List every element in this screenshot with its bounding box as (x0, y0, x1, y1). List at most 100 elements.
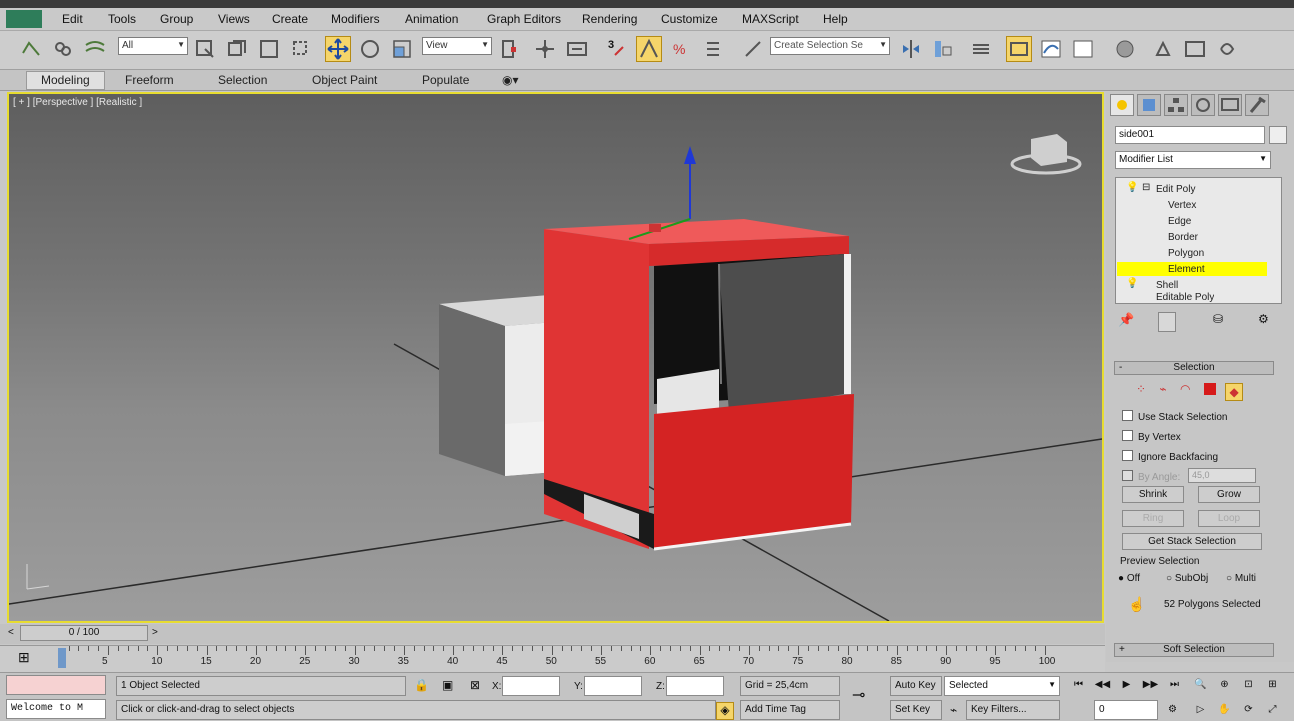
light-bulb-icon[interactable]: 💡 (1126, 278, 1138, 289)
zoom-extents-icon[interactable]: ⊡ (1240, 676, 1257, 693)
get-stack-selection-button[interactable]: Get Stack Selection (1122, 533, 1262, 550)
by-vertex-checkbox[interactable]: By Vertex (1122, 430, 1181, 443)
stack-edit-poly[interactable]: Edit Poly (1156, 184, 1195, 195)
zoom-all-icon[interactable]: ⊕ (1216, 676, 1233, 693)
select-and-move-icon[interactable] (325, 36, 351, 62)
named-selection-sets-input[interactable]: Create Selection Se ▼ (770, 37, 890, 55)
time-config-icon[interactable]: ⚙ (1164, 701, 1181, 718)
selection-rollout-header[interactable]: - Selection (1114, 361, 1274, 375)
snaps-toggle-icon[interactable]: 3 (604, 36, 630, 62)
default-tangent-icon[interactable]: ⌁ (950, 703, 957, 717)
tab-object-paint[interactable]: Object Paint (312, 73, 377, 87)
rendered-frame-window-icon[interactable] (1182, 36, 1208, 62)
select-object-icon[interactable] (192, 36, 218, 62)
grow-button[interactable]: Grow (1198, 486, 1260, 503)
set-key-button[interactable]: Set Key (890, 700, 942, 720)
select-by-name-icon[interactable] (224, 36, 250, 62)
configure-modifier-sets-icon[interactable]: ⚙ (1258, 312, 1269, 326)
keyboard-shortcut-icon[interactable] (564, 36, 590, 62)
tab-freeform[interactable]: Freeform (125, 73, 174, 87)
next-frame-icon[interactable]: ▶▶ (1142, 676, 1159, 693)
window-crossing-icon[interactable] (288, 36, 314, 62)
polygon-mode-icon[interactable] (1203, 383, 1216, 395)
ring-button[interactable]: Ring (1122, 510, 1184, 527)
collapse-icon[interactable]: ⊟ (1142, 182, 1150, 193)
orbit-icon[interactable]: ⟳ (1240, 701, 1257, 718)
object-color-swatch[interactable] (1269, 126, 1287, 144)
stack-polygon[interactable]: Polygon (1168, 248, 1204, 259)
key-mode-dropdown[interactable]: Selected ▼ (944, 676, 1060, 696)
rectangular-selection-icon[interactable] (256, 36, 282, 62)
menu-maxscript[interactable]: MAXScript (742, 12, 799, 26)
time-slider[interactable]: 0 / 100 (20, 625, 148, 641)
stack-editable-poly[interactable]: Editable Poly (1156, 292, 1214, 302)
trackbar[interactable]: ⊞ 5 10 15 20 25 30 35 40 45 50 55 60 65 70 75 80 85 90 95 1… (0, 645, 1105, 672)
tab-modeling[interactable]: Modeling (26, 71, 105, 90)
perspective-viewport[interactable]: [ + ] [Perspective ] [Realistic ] (7, 92, 1104, 623)
selection-filter-dropdown[interactable]: All ▼ (118, 37, 188, 55)
isolate-icon[interactable]: ▣ (442, 678, 453, 692)
current-frame-field[interactable]: 0 (1094, 700, 1158, 720)
add-time-tag-button[interactable]: Add Time Tag (740, 700, 840, 720)
x-coordinate-field[interactable] (502, 676, 560, 696)
absolute-mode-icon[interactable]: ⊠ (470, 678, 480, 692)
stack-edge[interactable]: Edge (1168, 216, 1191, 227)
align-icon[interactable] (930, 36, 956, 62)
menu-edit[interactable]: Edit (62, 12, 83, 26)
menu-create[interactable]: Create (272, 12, 308, 26)
pin-stack-icon[interactable]: 📌 (1118, 312, 1134, 328)
tab-populate[interactable]: Populate (422, 73, 469, 87)
ribbon-options-icon[interactable]: ◉▾ (502, 73, 519, 87)
stack-border[interactable]: Border (1168, 232, 1198, 243)
vertex-mode-icon[interactable]: ⁘ (1136, 382, 1146, 396)
modify-tab-icon[interactable] (1137, 94, 1161, 116)
pivot-center-icon[interactable] (496, 36, 522, 62)
material-editor-icon[interactable] (1112, 36, 1138, 62)
stack-vertex[interactable]: Vertex (1168, 200, 1196, 211)
tab-selection[interactable]: Selection (218, 73, 267, 87)
key-filters-button[interactable]: Key Filters... (966, 700, 1060, 720)
maximize-viewport-icon[interactable]: ⤢ (1264, 701, 1281, 718)
render-production-icon[interactable] (1214, 36, 1240, 62)
display-tab-icon[interactable] (1218, 94, 1242, 116)
time-tag-icon[interactable]: ◈ (716, 702, 734, 720)
angle-snap-icon[interactable] (636, 36, 662, 62)
element-mode-icon[interactable]: ◆ (1225, 383, 1244, 401)
object-name-field[interactable]: side001 (1115, 126, 1265, 144)
menu-animation[interactable]: Animation (405, 12, 458, 26)
ignore-backfacing-checkbox[interactable]: Ignore Backfacing (1122, 450, 1218, 463)
bind-space-warp-icon[interactable] (82, 36, 108, 62)
menu-help[interactable]: Help (823, 12, 848, 26)
light-bulb-icon[interactable]: 💡 (1126, 182, 1138, 193)
soft-selection-rollout-header[interactable]: + Soft Selection (1114, 643, 1274, 657)
hierarchy-tab-icon[interactable] (1164, 94, 1188, 116)
z-coordinate-field[interactable] (666, 676, 724, 696)
angle-spinner[interactable]: 45,0 (1188, 468, 1256, 483)
previous-frame-icon[interactable]: ◀◀ (1094, 676, 1111, 693)
by-angle-checkbox[interactable]: By Angle: (1122, 470, 1180, 483)
maxscript-mini-listener[interactable]: Welcome to M (6, 699, 106, 719)
menu-views[interactable]: Views (218, 12, 250, 26)
menu-rendering[interactable]: Rendering (582, 12, 637, 26)
select-and-rotate-icon[interactable] (357, 36, 383, 62)
maxscript-mini-listener-top[interactable] (6, 675, 106, 695)
time-next-arrow[interactable]: > (152, 627, 158, 638)
menu-tools[interactable]: Tools (108, 12, 136, 26)
preview-subobj-radio[interactable]: ○ SubObj (1166, 573, 1208, 584)
curve-editor-icon[interactable] (1038, 36, 1064, 62)
menu-graph-editors[interactable]: Graph Editors (487, 12, 561, 26)
lock-selection-icon[interactable]: 🔒 (414, 678, 429, 692)
schematic-view-icon[interactable] (1070, 36, 1096, 62)
create-tab-icon[interactable] (1110, 94, 1134, 116)
select-link-icon[interactable] (50, 36, 76, 62)
set-key-icon[interactable]: ⊸ (852, 685, 865, 705)
layer-manager-icon[interactable] (968, 36, 994, 62)
y-coordinate-field[interactable] (584, 676, 642, 696)
auto-key-button[interactable]: Auto Key (890, 676, 942, 696)
modifier-list-dropdown[interactable]: Modifier List ▼ (1115, 151, 1271, 169)
preview-multi-radio[interactable]: ○ Multi (1226, 573, 1256, 584)
play-icon[interactable]: ▶ (1118, 676, 1135, 693)
percent-snap-icon[interactable]: % (668, 36, 694, 62)
motion-tab-icon[interactable] (1191, 94, 1215, 116)
use-stack-selection-checkbox[interactable]: Use Stack Selection (1122, 410, 1228, 423)
